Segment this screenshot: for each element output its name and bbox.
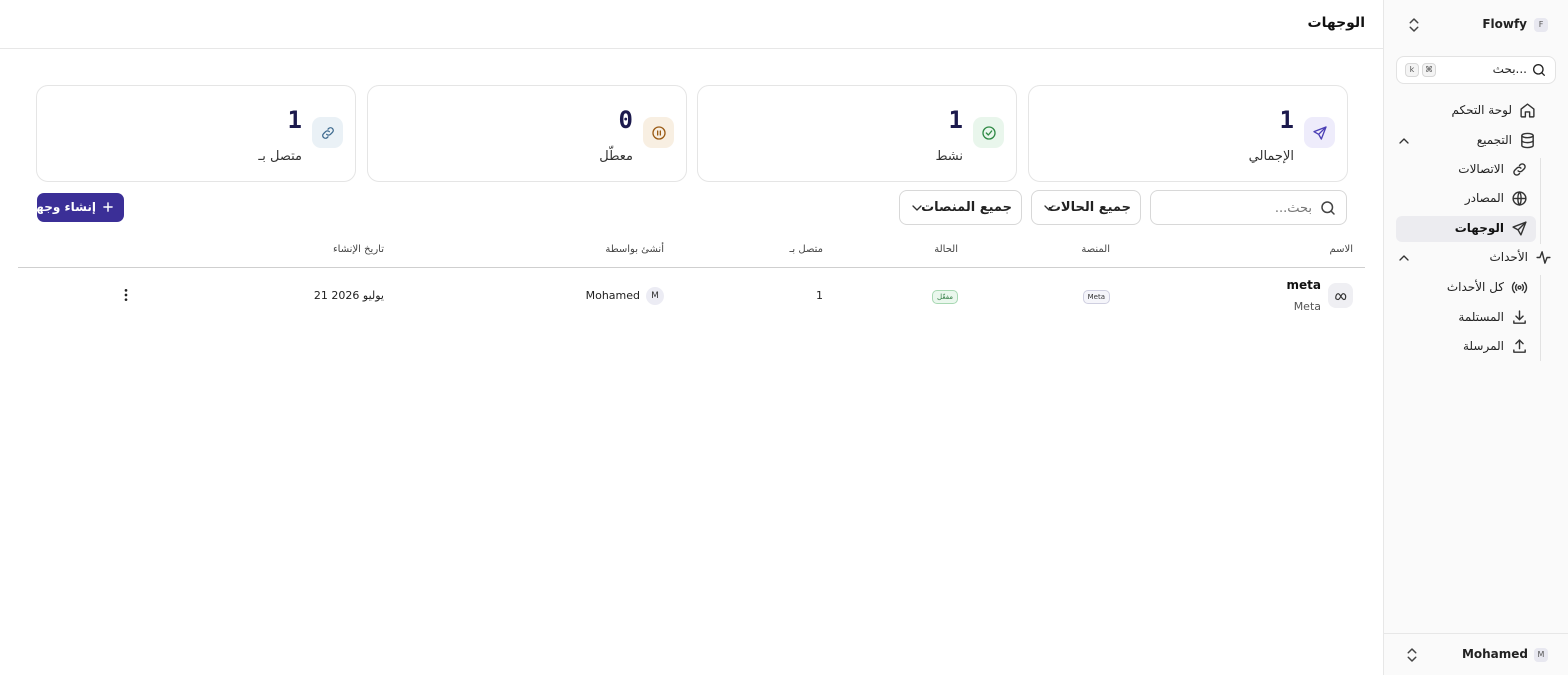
column-header-created-at[interactable]: تاريخ الإنشاء [333, 244, 384, 255]
sidebar-item-label: المرسلة [1462, 339, 1504, 353]
submenu-guide-line [1540, 275, 1541, 361]
stat-card-total: 1 الإجمالي [1028, 85, 1348, 182]
search-icon [1321, 201, 1335, 215]
sidebar-item-label: لوحة التحكم [1451, 103, 1513, 117]
stat-label: متصل بـ [258, 149, 302, 164]
platform-badge: Meta [1082, 290, 1110, 304]
submenu-guide-line [1540, 158, 1541, 244]
sidebar-search-placeholder: بحث... [1492, 62, 1527, 76]
status-filter-value: جميع الحالات [1047, 200, 1131, 215]
top-bar: الوجهات [0, 0, 1383, 49]
sidebar-item-label: المستلمة [1458, 310, 1504, 324]
sidebar-item-events[interactable]: الأحداث [1396, 245, 1551, 271]
sidebar-item-sources[interactable]: المصادر [1396, 186, 1536, 212]
sidebar-item-label: الأحداث [1489, 250, 1528, 264]
link-icon [321, 126, 334, 139]
chevron-up-icon[interactable] [1396, 250, 1412, 266]
sidebar-item-received[interactable]: المستلمة [1396, 305, 1536, 331]
destination-name[interactable]: meta [1287, 278, 1321, 292]
sidebar: F Flowfy بحث... ⌘ k لوحة التحكم التجميع … [1383, 0, 1568, 675]
stat-label: نشط [935, 149, 963, 164]
status-filter-select[interactable]: جميع الحالات [1031, 190, 1141, 225]
chevron-down-icon [912, 205, 922, 211]
column-header-name[interactable]: الاسم [1329, 244, 1353, 255]
activity-icon [1536, 251, 1551, 264]
stat-icon-wrap [1304, 117, 1335, 148]
stat-value: 1 [948, 106, 963, 134]
sidebar-item-label: الوجهات [1454, 221, 1504, 235]
stat-icon-wrap [643, 117, 674, 148]
chevron-up-icon[interactable] [1396, 133, 1412, 149]
workspace-name: Flowfy [1482, 17, 1527, 31]
connected-count: 1 [816, 289, 823, 302]
download-icon [1513, 310, 1526, 324]
column-header-status[interactable]: الحالة [934, 244, 958, 255]
sidebar-item-label: الاتصالات [1458, 162, 1504, 176]
column-header-connected[interactable]: متصل بـ [789, 244, 823, 255]
send-icon [1312, 125, 1327, 140]
sidebar-item-label: كل الأحداث [1446, 280, 1504, 294]
user-name: Mohamed [1461, 647, 1528, 661]
more-vertical-icon[interactable] [118, 287, 134, 303]
upload-icon [1513, 339, 1526, 353]
platform-filter-value: جميع المنصات [921, 200, 1012, 215]
meta-icon [1334, 292, 1346, 300]
sidebar-item-all-events[interactable]: كل الأحداث [1396, 275, 1536, 301]
main-content: الوجهات 1 الإجمالي 1 نشط 0 معطّل 1 متصل … [0, 0, 1383, 675]
stat-label: الإجمالي [1248, 149, 1294, 164]
shortcut-cmd-key: ⌘ [1422, 63, 1436, 77]
create-destination-label: إنشاء وجهة [29, 200, 96, 214]
database-icon [1521, 132, 1534, 149]
link-icon [1513, 163, 1526, 176]
stat-card-active: 1 نشط [697, 85, 1017, 182]
platform-filter-select[interactable]: جميع المنصات [899, 190, 1022, 225]
globe-icon [1512, 191, 1527, 206]
home-icon [1520, 103, 1535, 118]
search-icon [1533, 63, 1545, 76]
stat-icon-wrap [312, 117, 343, 148]
stat-value: 1 [1279, 106, 1294, 134]
pause-circle-icon [651, 125, 666, 140]
sidebar-item-sent[interactable]: المرسلة [1396, 334, 1536, 360]
create-destination-button[interactable]: إنشاء وجهة [29, 193, 124, 222]
table-row[interactable]: meta Meta Meta مفعّل 1 M Mohamed 21 يولي… [18, 270, 1365, 322]
shortcut-k-key: k [1405, 63, 1419, 77]
workspace-avatar: F [1534, 18, 1548, 32]
chevron-down-icon [1044, 205, 1054, 211]
radio-icon [1511, 281, 1528, 294]
sidebar-item-dashboard[interactable]: لوحة التحكم [1396, 98, 1536, 124]
plus-icon [103, 202, 113, 212]
chevron-up-down-icon [1409, 18, 1419, 32]
sidebar-item-label: التجميع [1476, 133, 1512, 147]
sidebar-item-connections[interactable]: الاتصالات [1396, 157, 1536, 183]
sidebar-item-destinations[interactable]: الوجهات [1396, 216, 1536, 242]
destination-subtitle: Meta [1293, 300, 1321, 313]
check-circle-icon [981, 125, 996, 140]
search-input[interactable] [1162, 197, 1312, 219]
column-header-created-by[interactable]: أنشئ بواسطة [605, 244, 664, 255]
creator-name: Mohamed [585, 289, 640, 302]
user-menu[interactable]: M Mohamed [1384, 633, 1568, 675]
chevron-up-down-icon [1407, 648, 1417, 662]
stat-value: 0 [618, 106, 633, 134]
avatar: M [1534, 648, 1548, 662]
sidebar-search[interactable]: بحث... ⌘ k [1396, 56, 1556, 84]
stat-label: معطّل [599, 149, 633, 164]
send-icon [1512, 221, 1527, 236]
table-header: الاسم المنصة الحالة متصل بـ أنشئ بواسطة … [18, 236, 1365, 268]
sidebar-item-aggregation[interactable]: التجميع [1396, 128, 1536, 154]
destination-icon-wrap [1328, 283, 1353, 308]
stat-value: 1 [287, 106, 302, 134]
page-title: الوجهات [1307, 15, 1366, 31]
stat-card-connected: 1 متصل بـ [36, 85, 356, 182]
destinations-search[interactable] [1150, 190, 1347, 225]
status-badge: مفعّل [932, 290, 958, 304]
sidebar-item-label: المصادر [1464, 191, 1504, 205]
column-header-platform[interactable]: المنصة [1081, 244, 1110, 255]
stat-card-disabled: 0 معطّل [367, 85, 687, 182]
stat-icon-wrap [973, 117, 1004, 148]
avatar: M [646, 287, 664, 305]
created-date: 21 يوليو 2026 [313, 289, 384, 302]
workspace-switcher[interactable]: F Flowfy [1396, 12, 1556, 38]
